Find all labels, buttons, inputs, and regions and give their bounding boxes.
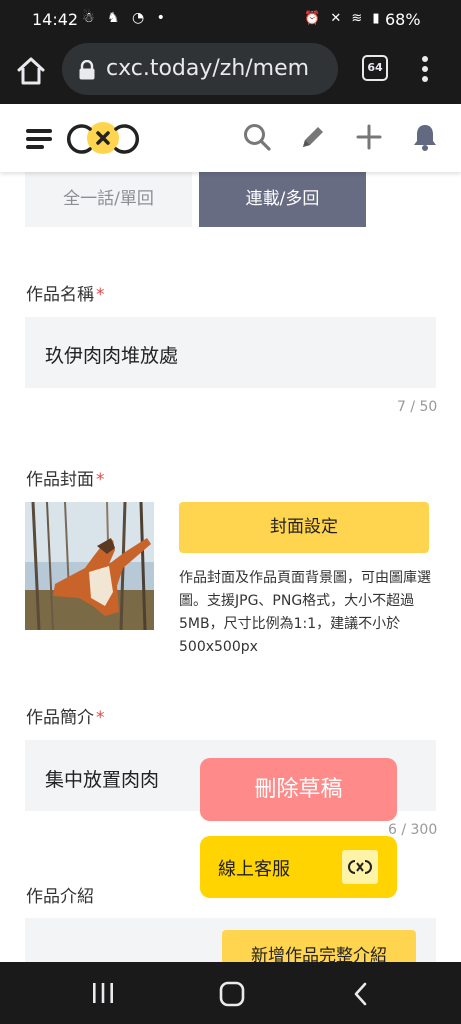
site-header [0,104,461,172]
home-nav-icon[interactable] [219,981,245,1007]
cover-label: 作品封面 * [26,465,105,490]
tab-single-episode[interactable]: 全一話/單回 [25,172,192,227]
bell-icon[interactable] [410,122,440,152]
summary-label: 作品簡介 * [26,703,105,728]
cxc-logo-icon [342,850,378,884]
url-text: cxc.today/zh/mem [106,56,310,81]
title-input-value: 玖伊肉肉堆放處 [45,345,179,367]
recent-apps-icon[interactable] [91,982,115,1004]
summary-char-counter: 6 / 300 [388,822,438,838]
hamburger-menu-icon[interactable] [26,128,52,150]
title-char-counter: 7 / 50 [397,399,438,415]
system-icons: ⏰ ✕ ≋ ▮ [304,11,383,26]
title-label-text: 作品名稱 [26,285,94,305]
cover-description: 作品封面及作品頁面背景圖，可由圖庫選圖。支援JPG、PNG格式，大小不超過5MB… [179,570,431,655]
required-mark: * [96,708,105,728]
required-mark: * [96,470,105,490]
tab-switcher-button[interactable]: 64 [362,55,388,81]
summary-input-value: 集中放置肉肉 [45,769,160,791]
cover-settings-button[interactable]: 封面設定 [179,502,429,553]
title-label: 作品名稱 * [26,280,105,305]
online-service-button[interactable]: 線上客服 [200,836,397,898]
more-options-icon[interactable] [414,52,436,86]
status-bar: 14:42 ☃ ♞ ◔ • ⏰ ✕ ≋ ▮ 68% [0,0,461,38]
browser-toolbar: cxc.today/zh/mem 64 [0,38,461,104]
notification-icons: ☃ ♞ ◔ • [82,10,169,26]
android-nav-bar [0,962,461,1024]
pencil-icon[interactable] [298,122,328,152]
address-bar[interactable]: cxc.today/zh/mem [62,43,338,95]
intro-label: 作品介紹 [26,887,94,907]
back-icon[interactable] [350,981,372,1007]
plus-icon[interactable] [354,122,384,152]
summary-label-text: 作品簡介 [26,708,94,728]
lock-icon [79,60,95,80]
title-input[interactable]: 玖伊肉肉堆放處 [25,317,436,388]
required-mark: * [96,285,105,305]
online-service-label: 線上客服 [218,859,290,880]
cxc-logo[interactable] [66,118,142,162]
home-icon[interactable] [14,54,48,88]
search-icon[interactable] [242,122,272,152]
delete-draft-button[interactable]: 刪除草稿 [200,758,397,821]
status-time: 14:42 [32,10,79,29]
tab-serial[interactable]: 連載/多回 [199,172,366,227]
cover-label-text: 作品封面 [26,470,94,490]
cover-image[interactable] [25,502,154,630]
battery-percent: 68% [385,10,421,29]
